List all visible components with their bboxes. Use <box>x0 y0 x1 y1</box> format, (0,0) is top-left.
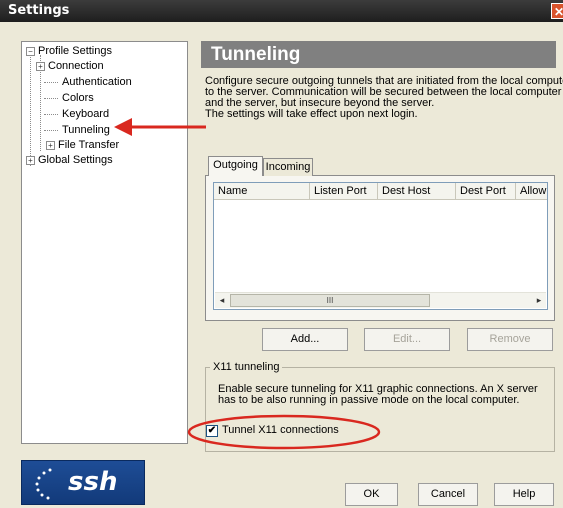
help-button[interactable]: Help <box>494 483 554 506</box>
ssh-logo: ssh <box>21 460 145 505</box>
annotation-ellipse <box>187 414 381 450</box>
annotation-arrowhead-icon <box>114 118 132 136</box>
cancel-button[interactable]: Cancel <box>418 483 478 506</box>
logo-swirl-icon <box>35 468 52 500</box>
tab-outgoing[interactable]: Outgoing <box>208 156 263 176</box>
logo-text: ssh <box>68 467 118 497</box>
ok-button[interactable]: OK <box>345 483 398 506</box>
annotation-overlay <box>114 118 381 450</box>
